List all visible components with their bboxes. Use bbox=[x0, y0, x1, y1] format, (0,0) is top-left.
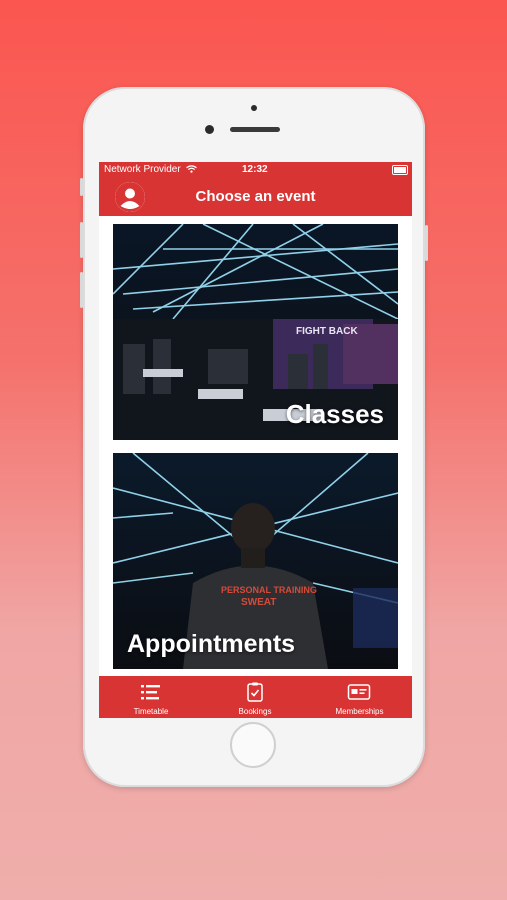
shirt-text-line2: SWEAT bbox=[241, 597, 276, 608]
mute-switch bbox=[80, 178, 83, 196]
clipboard-check-icon bbox=[247, 682, 263, 702]
proximity-sensor bbox=[251, 105, 257, 111]
volume-up-button bbox=[80, 222, 83, 258]
nav-bar: Choose an event bbox=[99, 178, 412, 216]
tab-bookings-label: Bookings bbox=[238, 707, 272, 716]
card-label-classes: Classes bbox=[285, 399, 384, 429]
tab-timetable[interactable]: Timetable bbox=[99, 676, 203, 718]
appointments-card[interactable]: PERSONAL TRAINING SWEAT Appointments bbox=[113, 453, 398, 669]
status-time: 12:32 bbox=[242, 164, 268, 175]
list-icon bbox=[141, 685, 160, 700]
tab-bar: Timetable Bookings Memberships bbox=[99, 676, 412, 718]
home-button[interactable] bbox=[230, 722, 276, 768]
volume-down-button bbox=[80, 272, 83, 308]
status-bar: Network Provider 12:32 bbox=[99, 162, 412, 178]
wifi-icon bbox=[186, 165, 198, 174]
app-screen: Network Provider 12:32 Choose an event F… bbox=[99, 162, 412, 718]
tab-timetable-label: Timetable bbox=[133, 707, 169, 716]
id-card-icon bbox=[347, 684, 371, 700]
classes-card[interactable]: FIGHT BACK Classes bbox=[113, 224, 398, 440]
power-button bbox=[425, 225, 428, 261]
status-carrier: Network Provider bbox=[104, 162, 198, 178]
front-camera bbox=[205, 125, 214, 134]
carrier-label: Network Provider bbox=[104, 164, 181, 175]
earpiece-speaker bbox=[230, 127, 280, 132]
card-label-appointments: Appointments bbox=[127, 630, 296, 658]
tab-bookings[interactable]: Bookings bbox=[203, 676, 307, 718]
battery-icon bbox=[392, 165, 408, 175]
shirt-text-line1: PERSONAL TRAINING bbox=[221, 585, 317, 595]
page-title: Choose an event bbox=[195, 188, 316, 205]
tab-memberships[interactable]: Memberships bbox=[307, 676, 412, 718]
wall-text: FIGHT BACK bbox=[296, 326, 358, 337]
tab-memberships-label: Memberships bbox=[335, 707, 384, 716]
